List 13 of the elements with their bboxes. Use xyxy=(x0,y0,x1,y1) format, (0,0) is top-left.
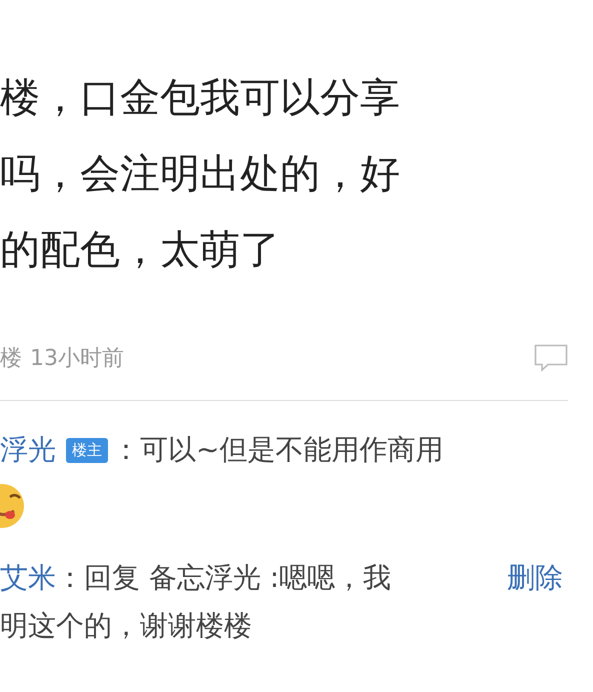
reply-text: ：回复 备忘浮光 :嗯嗯，我 xyxy=(56,560,392,596)
post-time: 13小时前 xyxy=(30,345,124,373)
reply-text: ：可以~但是不能用作商用 xyxy=(112,432,444,468)
author-badge: 楼主 xyxy=(66,438,108,462)
floor-label: 楼 xyxy=(0,345,22,373)
post-text: 的配色，太萌了 xyxy=(0,226,281,275)
reply-text: 明这个的，谢谢楼楼 xyxy=(0,608,253,644)
post-text: 吗，会注明出处的，好 xyxy=(0,150,401,199)
reply-author[interactable]: 艾米 xyxy=(0,559,56,597)
comment-icon[interactable] xyxy=(534,344,568,372)
post-text: 楼，口金包我可以分享 xyxy=(0,74,401,123)
delete-link[interactable]: 删除 xyxy=(507,559,563,597)
reply-author[interactable]: 浮光 xyxy=(0,431,56,469)
